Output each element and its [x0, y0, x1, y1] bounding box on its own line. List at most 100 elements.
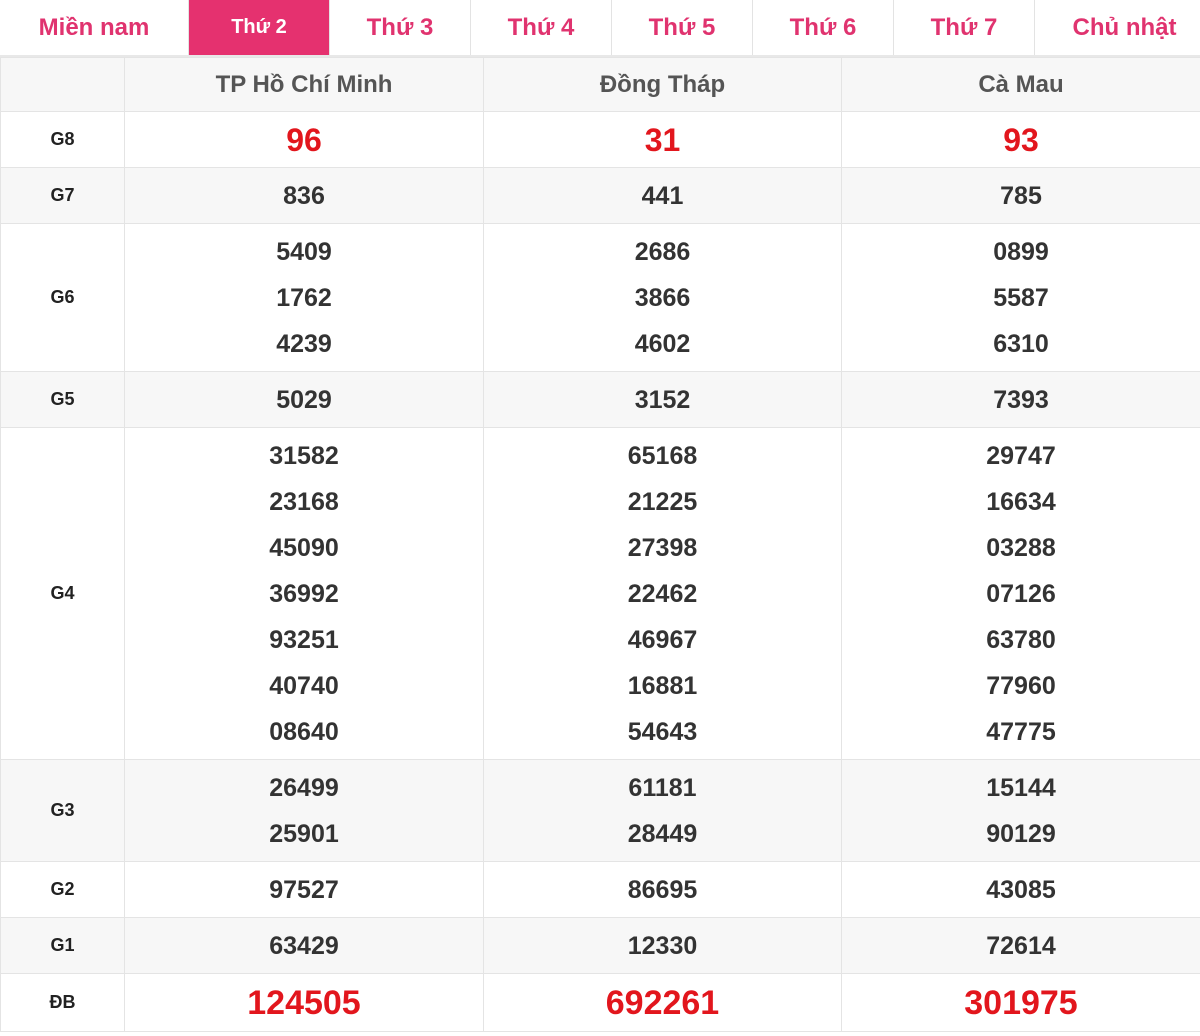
prize-number: 08640 [269, 717, 339, 746]
prize-number: 5409 [276, 237, 332, 266]
province-header-row: TP Hồ Chí Minh Đồng Tháp Cà Mau [0, 57, 1200, 112]
prize-number: 43085 [986, 875, 1056, 904]
prize-label: ĐB [0, 973, 125, 1032]
prize-number: 5587 [993, 283, 1049, 312]
prize-row: G6 5409 1762 4239 2686 3866 4602 0899 5587 6310 [0, 223, 1200, 372]
tab-thứ-7[interactable]: Thứ 7 [894, 0, 1035, 55]
prize-number: 29747 [986, 441, 1056, 470]
prize-cell: 93 [841, 111, 1200, 168]
prize-number: 40740 [269, 671, 339, 700]
tab-thứ-3[interactable]: Thứ 3 [330, 0, 471, 55]
prize-number: 0899 [993, 237, 1049, 266]
tab-thứ-2[interactable]: Thứ 2 [189, 0, 330, 55]
prize-number: 97527 [269, 875, 339, 904]
prize-row: G2 97527 86695 43085 [0, 861, 1200, 918]
prize-number: 4239 [276, 329, 332, 358]
prize-number: 15144 [986, 773, 1056, 802]
prize-number: 441 [641, 181, 684, 210]
prize-cell: 26499 25901 [124, 759, 484, 862]
prize-row: ĐB 124505 692261 301975 [0, 973, 1200, 1032]
prize-number: 93 [1003, 121, 1039, 158]
prize-number: 03288 [986, 533, 1056, 562]
prize-cell: 785 [841, 167, 1200, 224]
prize-number: 65168 [627, 441, 698, 470]
results-body: G8 96 31 93 G7 836 441 785 G6 5409 1762 4239 2686 386… [0, 111, 1200, 1032]
prize-number: 54643 [627, 717, 698, 746]
prize-cell: 43085 [841, 861, 1200, 918]
prize-number: 785 [1000, 181, 1042, 210]
prize-number: 25901 [269, 819, 339, 848]
header-corner [0, 57, 125, 112]
province-header[interactable]: Cà Mau [841, 57, 1200, 112]
prize-number: 6310 [993, 329, 1049, 358]
prize-number: 72614 [986, 931, 1056, 960]
prize-label: G3 [0, 759, 125, 862]
prize-number: 93251 [269, 625, 339, 654]
prize-number: 12330 [627, 931, 698, 960]
prize-label: G8 [0, 111, 125, 168]
prize-number: 28449 [627, 819, 698, 848]
tab-thứ-5[interactable]: Thứ 5 [612, 0, 753, 55]
prize-number: 61181 [628, 773, 697, 802]
prize-number: 23168 [269, 487, 339, 516]
prize-cell: 29747 16634 03288 07126 63780 77960 47775 [841, 427, 1200, 760]
prize-cell: 301975 [841, 973, 1200, 1032]
prize-number: 301975 [964, 983, 1078, 1022]
prize-cell: 15144 90129 [841, 759, 1200, 862]
prize-number: 3152 [634, 385, 691, 414]
prize-cell: 692261 [483, 973, 842, 1032]
prize-cell: 65168 21225 27398 22462 46967 16881 54643 [483, 427, 842, 760]
prize-row: G7 836 441 785 [0, 167, 1200, 224]
prize-row: G5 5029 3152 7393 [0, 371, 1200, 428]
prize-cell: 5409 1762 4239 [124, 223, 484, 372]
province-header[interactable]: Đồng Tháp [483, 57, 842, 112]
prize-cell: 31 [483, 111, 842, 168]
prize-row: G1 63429 12330 72614 [0, 917, 1200, 974]
prize-label: G5 [0, 371, 125, 428]
prize-number: 63780 [986, 625, 1056, 654]
prize-number: 31 [644, 121, 681, 158]
prize-label: G1 [0, 917, 125, 974]
prize-cell: 72614 [841, 917, 1200, 974]
prize-cell: 96 [124, 111, 484, 168]
prize-cell: 63429 [124, 917, 484, 974]
prize-number: 77960 [986, 671, 1056, 700]
prize-label: G7 [0, 167, 125, 224]
prize-cell: 2686 3866 4602 [483, 223, 842, 372]
prize-label: G6 [0, 223, 125, 372]
prize-number: 7393 [993, 385, 1049, 414]
prize-cell: 441 [483, 167, 842, 224]
prize-cell: 0899 5587 6310 [841, 223, 1200, 372]
prize-cell: 836 [124, 167, 484, 224]
prize-number: 16881 [627, 671, 698, 700]
prize-cell: 86695 [483, 861, 842, 918]
tab-thứ-4[interactable]: Thứ 4 [471, 0, 612, 55]
tab-thứ-6[interactable]: Thứ 6 [753, 0, 894, 55]
prize-label: G4 [0, 427, 125, 760]
day-tabs: Miền nam Thứ 2 Thứ 3 Thứ 4 Thứ 5 Thứ 6 Thứ 7 Ch… [0, 0, 1200, 57]
prize-cell: 97527 [124, 861, 484, 918]
prize-cell: 31582 23168 45090 36992 93251 40740 08640 [124, 427, 484, 760]
prize-number: 1762 [276, 283, 332, 312]
prize-number: 31582 [269, 441, 339, 470]
prize-number: 16634 [986, 487, 1056, 516]
prize-number: 27398 [627, 533, 698, 562]
prize-number: 4602 [634, 329, 691, 358]
prize-number: 21225 [627, 487, 698, 516]
province-header[interactable]: TP Hồ Chí Minh [124, 57, 484, 112]
prize-number: 836 [283, 181, 325, 210]
prize-number: 2686 [634, 237, 691, 266]
prize-row: G3 26499 25901 61181 28449 15144 90129 [0, 759, 1200, 862]
tab-miền-nam[interactable]: Miền nam [0, 0, 189, 55]
prize-number: 07126 [986, 579, 1056, 608]
prize-number: 124505 [247, 983, 361, 1022]
tab-chủ-nhật[interactable]: Chủ nhật [1035, 0, 1200, 55]
prize-cell: 12330 [483, 917, 842, 974]
prize-number: 46967 [627, 625, 698, 654]
prize-number: 3866 [634, 283, 691, 312]
prize-number: 96 [286, 121, 322, 158]
results-table: TP Hồ Chí Minh Đồng Tháp Cà Mau G8 96 31 93… [0, 57, 1200, 1032]
prize-cell: 7393 [841, 371, 1200, 428]
prize-number: 36992 [269, 579, 339, 608]
prize-number: 692261 [605, 983, 720, 1022]
